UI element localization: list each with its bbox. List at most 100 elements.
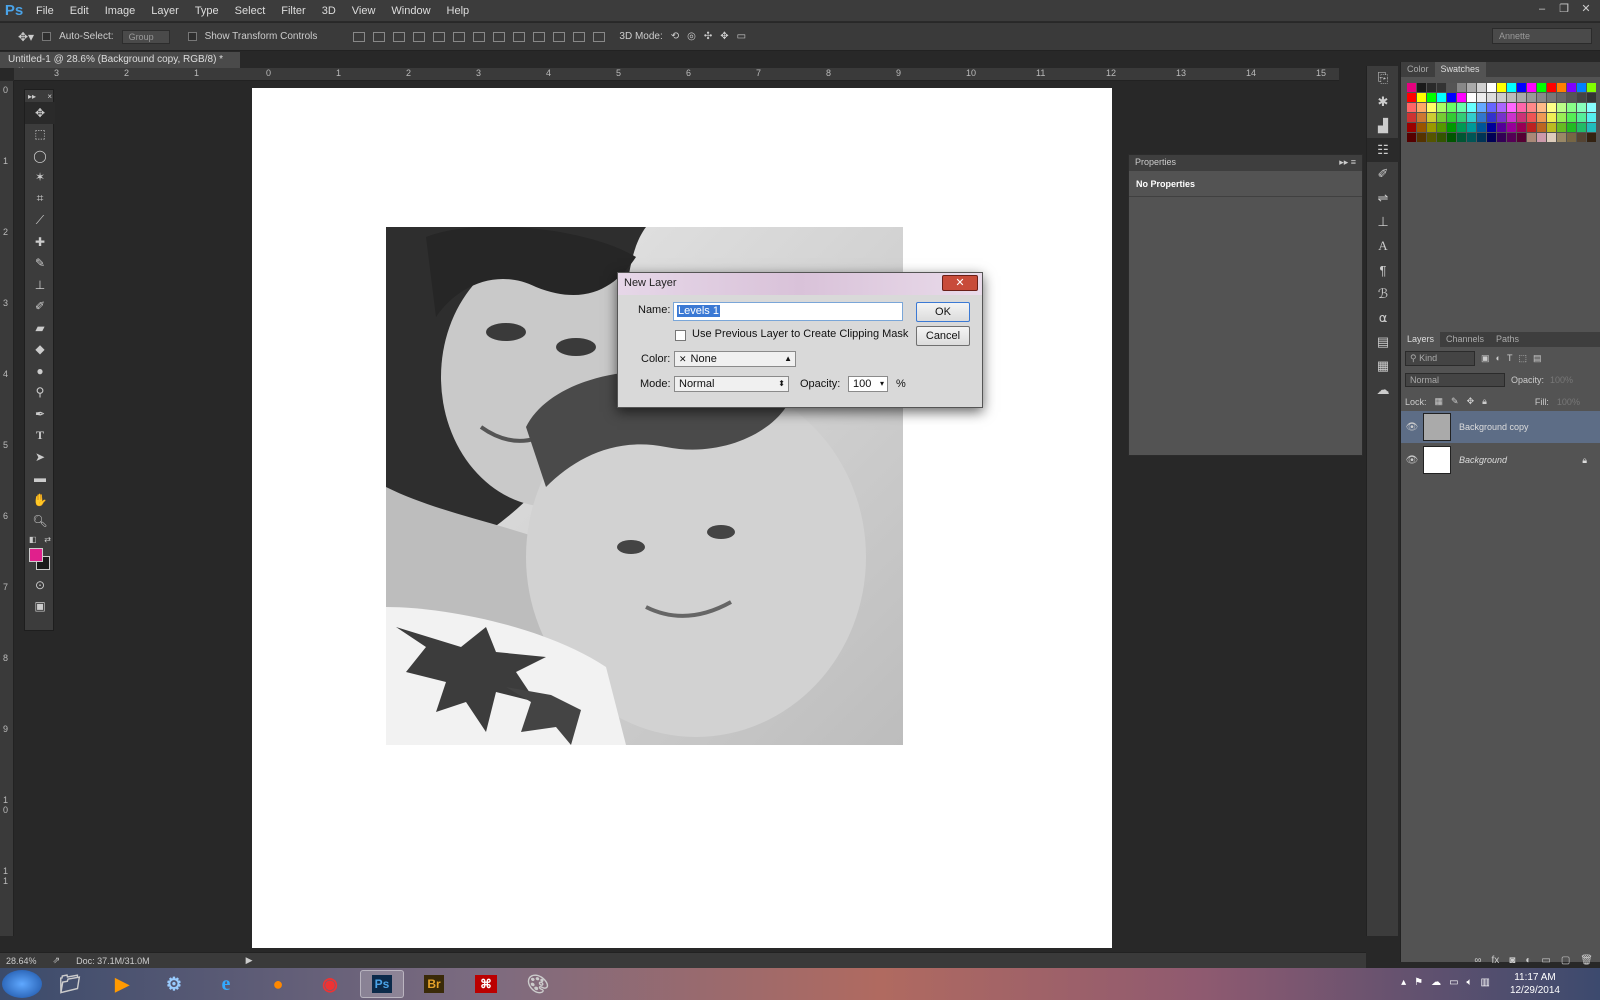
rectangle-tool-icon[interactable]: ▬ [25,468,55,490]
color-swatch[interactable] [1537,113,1546,122]
color-swatch[interactable] [1487,133,1496,142]
magic-wand-tool-icon[interactable]: ✶ [25,167,55,189]
color-swatch[interactable] [1447,133,1456,142]
color-swatch[interactable] [1557,133,1566,142]
history-icon[interactable]: ⎘ [1367,66,1399,90]
color-swatch[interactable] [1517,83,1526,92]
clipping-mask-checkbox[interactable] [675,330,686,341]
color-swatch[interactable] [1457,123,1466,132]
crop-tool-icon[interactable]: ⌗ [25,188,55,210]
color-swatch[interactable] [1437,83,1446,92]
color-swatch[interactable] [1537,133,1546,142]
align-bottom-icon[interactable] [393,31,406,42]
foreground-color-swatch[interactable] [29,548,43,562]
paint-bucket-tool-icon[interactable]: ◆ [25,339,55,361]
swap-colors-icon[interactable]: ◧ ⇄ [25,532,55,546]
color-dropdown[interactable]: ✕ None ▲ [674,351,796,367]
distribute-hcenter-icon[interactable] [553,31,566,42]
color-swatch[interactable] [1537,103,1546,112]
restore-button[interactable]: ❐ [1556,2,1572,16]
distribute-right-icon[interactable] [573,31,586,42]
filter-shape-icon[interactable]: ⬚ [1518,353,1527,364]
color-swatch[interactable] [1567,123,1576,132]
filter-pixel-icon[interactable]: ▣ [1481,353,1490,364]
start-button-icon[interactable] [2,970,42,998]
zoom-tool-icon[interactable]: 🔍︎ [25,511,55,533]
layer-opacity-value[interactable]: 100% [1550,375,1573,385]
menu-filter[interactable]: Filter [273,0,313,22]
auto-select-checkbox[interactable] [42,32,52,41]
color-swatch[interactable] [1497,103,1506,112]
color-swatch[interactable] [1577,103,1586,112]
color-swatch[interactable] [1557,123,1566,132]
toolbox-header[interactable]: ▸▸ × [25,90,55,102]
color-swatch[interactable] [1477,93,1486,102]
color-swatch[interactable] [1477,113,1486,122]
color-swatch[interactable] [1407,113,1416,122]
taskbar-clock[interactable]: 11:17 AM 12/29/2014 [1510,971,1560,997]
tab-layers[interactable]: Layers [1401,332,1441,347]
color-swatch[interactable] [1517,123,1526,132]
color-swatch[interactable] [1507,133,1516,142]
acrobat-taskbar-icon[interactable]: ⌘ [464,970,508,998]
internet-explorer-taskbar-icon[interactable]: e [204,970,248,998]
lock-transparent-icon[interactable]: ▦ [1435,396,1444,407]
color-swatch[interactable] [1567,83,1576,92]
color-swatch[interactable] [1577,93,1586,102]
color-swatch[interactable] [1537,123,1546,132]
auto-align-icon[interactable] [593,31,606,42]
color-swatch[interactable] [1437,123,1446,132]
color-swatch[interactable] [1497,123,1506,132]
color-swatch[interactable] [1527,113,1536,122]
pen-tool-icon[interactable]: ✒ [25,403,55,425]
color-swatch[interactable] [1427,123,1436,132]
brush-tool-icon[interactable]: ✎ [25,253,55,275]
align-vcenter-icon[interactable] [373,31,386,42]
type-tool-icon[interactable]: T [25,425,55,447]
flag-icon[interactable]: ⚑ [1414,977,1423,988]
color-swatch[interactable] [1427,133,1436,142]
menu-3d[interactable]: 3D [314,0,344,22]
color-swatch[interactable] [1457,133,1466,142]
paragraph-styles-icon[interactable]: ⍺ [1367,306,1399,330]
document-tab[interactable]: Untitled-1 @ 28.6% (Background copy, RGB… [0,52,240,76]
character-icon[interactable]: A [1367,234,1399,258]
color-swatch[interactable] [1467,123,1476,132]
color-swatch[interactable] [1577,83,1586,92]
layer-row-background[interactable]: 👁︎ Background 🔒︎ [1401,444,1600,476]
quick-mask-icon[interactable]: ⊙ [25,574,55,596]
tab-channels[interactable]: Channels [1440,332,1490,347]
color-swatch[interactable] [1537,83,1546,92]
distribute-top-icon[interactable] [473,31,486,42]
hand-tool-icon[interactable]: ✋ [25,489,55,511]
color-swatch[interactable] [1477,83,1486,92]
color-swatch[interactable] [1407,103,1416,112]
menu-window[interactable]: Window [383,0,438,22]
color-swatch[interactable] [1557,93,1566,102]
3d-pan-icon[interactable]: ✣ [704,31,712,42]
ok-button[interactable]: OK [916,302,970,322]
eyedropper-tool-icon[interactable]: ⟋ [25,210,55,232]
color-swatch[interactable] [1497,93,1506,102]
path-selection-tool-icon[interactable]: ➤ [25,446,55,468]
3d-scale-icon[interactable]: ▭ [737,31,746,42]
color-swatch[interactable] [1527,133,1536,142]
histogram-icon[interactable]: ▟ [1367,114,1399,138]
zoom-level[interactable]: 28.64% [6,956,37,966]
explorer-taskbar-icon[interactable]: 📁︎ [48,970,92,998]
color-swatch[interactable] [1507,93,1516,102]
filter-type-icon[interactable]: T [1507,353,1513,363]
screen-mode-icon[interactable]: ▣ [25,596,55,618]
tab-paths[interactable]: Paths [1490,332,1525,347]
color-swatch[interactable] [1407,93,1416,102]
color-swatch[interactable] [1507,103,1516,112]
workspace-dropdown[interactable]: Annette [1492,28,1592,44]
color-swatch[interactable] [1417,83,1426,92]
layer-row-background-copy[interactable]: 👁︎ Background copy [1401,411,1600,443]
color-swatch[interactable] [1577,113,1586,122]
color-swatch[interactable] [1417,113,1426,122]
photoshop-taskbar-icon[interactable]: Ps [360,970,404,998]
color-swatch[interactable] [1507,83,1516,92]
paragraph-icon[interactable]: ¶ [1367,258,1399,282]
color-swatch[interactable] [1427,113,1436,122]
